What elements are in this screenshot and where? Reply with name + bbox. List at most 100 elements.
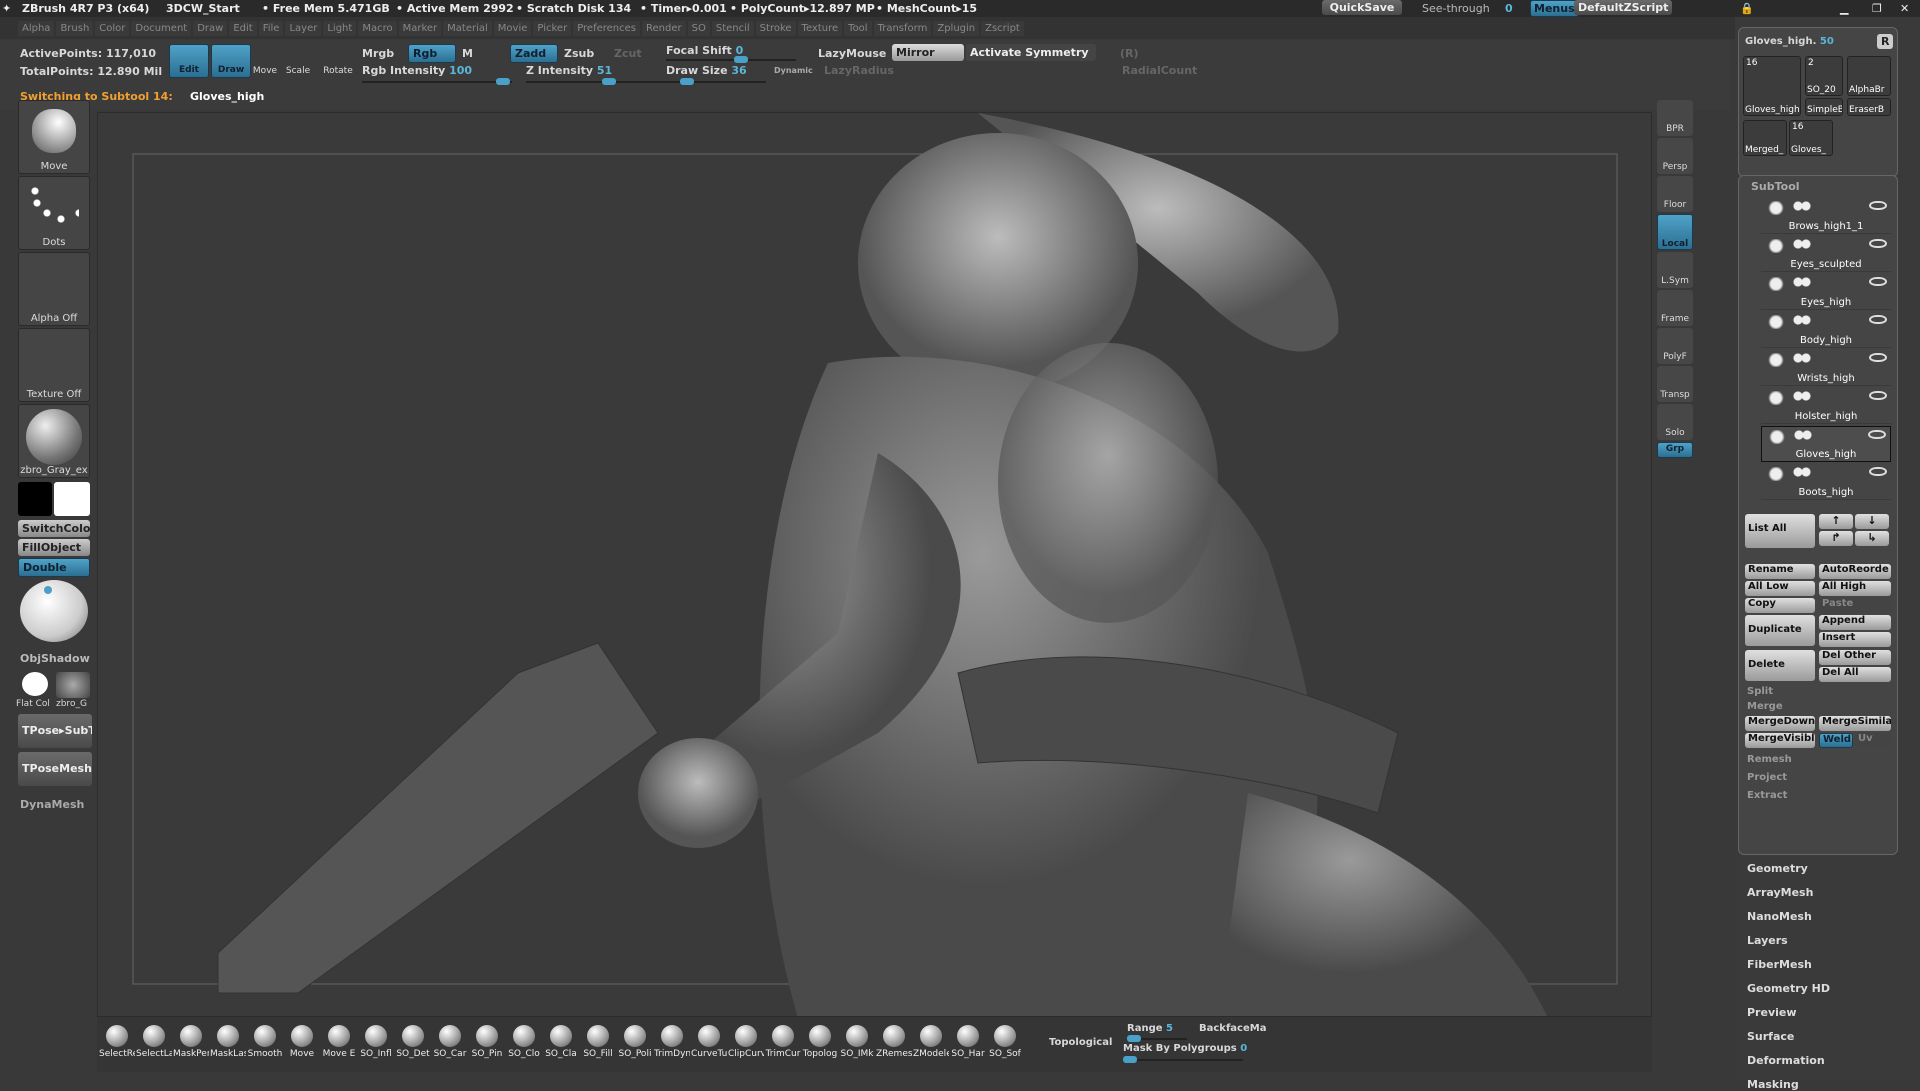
tool-menu-nanomesh[interactable]: NanoMesh <box>1747 910 1812 923</box>
visibility-eye-icon[interactable] <box>1868 430 1886 439</box>
brush-maskpen[interactable]: MaskPen <box>173 1025 209 1059</box>
lock-icon[interactable]: 🔒 <box>1740 2 1754 15</box>
visibility-eye-icon[interactable] <box>1869 391 1887 400</box>
zbro-material-icon[interactable] <box>56 672 90 698</box>
polypaint-toggle-icon[interactable] <box>1793 277 1813 287</box>
subtool-item[interactable]: Brows_high1_1 <box>1761 198 1891 234</box>
all-low-button[interactable]: All Low <box>1745 581 1815 596</box>
del-all-button[interactable]: Del All <box>1819 667 1891 682</box>
zcut-button[interactable]: Zcut <box>614 47 642 60</box>
frame-button[interactable]: Frame <box>1657 290 1693 326</box>
quicksave-button[interactable]: QuickSave <box>1322 0 1402 15</box>
subtool-item[interactable]: Boots_high <box>1761 464 1891 500</box>
grp-button[interactable]: Grp <box>1657 442 1693 458</box>
lightbox-tool-thumb[interactable]: 16 Gloves_high <box>1743 56 1801 116</box>
visibility-eye-icon[interactable] <box>1869 353 1887 362</box>
rgb-button[interactable]: Rgb <box>408 44 456 63</box>
brush-topolog[interactable]: Topolog <box>802 1025 838 1059</box>
menu-transform[interactable]: Transform <box>873 20 932 36</box>
material-selector[interactable]: zbro_Gray_ex <box>18 404 90 478</box>
lightbox-tool-thumb[interactable]: 16 Gloves_ <box>1789 120 1833 156</box>
polypaint-toggle-icon[interactable] <box>1793 315 1813 325</box>
dynamesh-button[interactable]: DynaMesh <box>20 798 84 811</box>
brush-zmodele[interactable]: ZModele <box>913 1025 949 1059</box>
edit-button[interactable]: Edit <box>169 44 209 78</box>
visibility-eye-icon[interactable] <box>1869 239 1887 248</box>
menu-texture[interactable]: Texture <box>797 20 843 36</box>
mergevisible-button[interactable]: MergeVisible <box>1745 733 1815 748</box>
rename-button[interactable]: Rename <box>1745 564 1815 579</box>
merge-section[interactable]: Merge <box>1747 701 1783 712</box>
texture-selector[interactable]: Texture Off <box>18 328 90 402</box>
split-section[interactable]: Split <box>1747 686 1773 697</box>
zsub-button[interactable]: Zsub <box>564 47 594 60</box>
brush-selectre[interactable]: SelectRe <box>99 1025 135 1059</box>
rotate-button[interactable]: Rotate <box>318 44 358 78</box>
range-slider[interactable] <box>1127 1035 1187 1042</box>
tpose-subtool-button[interactable]: TPose▸SubT <box>18 714 92 748</box>
mergesimilar-button[interactable]: MergeSimilar <box>1819 716 1891 731</box>
uv-button[interactable]: Uv <box>1855 733 1891 748</box>
menu-preferences[interactable]: Preferences <box>573 20 641 36</box>
mask-polygroups-slider[interactable] <box>1123 1056 1243 1063</box>
bpr-button[interactable]: BPR <box>1657 100 1693 136</box>
polypaint-toggle-icon[interactable] <box>1794 430 1814 440</box>
subtool-item[interactable]: Eyes_sculpted <box>1761 236 1891 272</box>
weld-button[interactable]: Weld <box>1819 733 1853 748</box>
brush-clipcurv[interactable]: ClipCurv <box>728 1025 764 1059</box>
lightbox-tool-thumb[interactable]: AlphaBr <box>1847 56 1891 96</box>
menu-picker[interactable]: Picker <box>533 20 572 36</box>
minimize-icon[interactable]: ▁ <box>1840 2 1848 15</box>
autoreorder-button[interactable]: AutoReorde <box>1819 564 1891 579</box>
brush-so-clo[interactable]: SO_Clo <box>506 1025 542 1059</box>
del-other-button[interactable]: Del Other <box>1819 650 1891 665</box>
polypaint-toggle-icon[interactable] <box>1793 391 1813 401</box>
close-icon[interactable]: ✕ <box>1900 2 1909 15</box>
solo-button[interactable]: Solo <box>1657 404 1693 440</box>
subtool-item[interactable]: Body_high <box>1761 312 1891 348</box>
main-color-swatch[interactable] <box>54 482 90 516</box>
secondary-color-swatch[interactable] <box>18 482 52 516</box>
polypaint-toggle-icon[interactable] <box>1793 467 1813 477</box>
mirror-button[interactable]: Mirror <box>892 44 964 61</box>
brush-move[interactable]: Move <box>284 1025 320 1059</box>
copy-button[interactable]: Copy <box>1745 598 1815 613</box>
brush-so-infl[interactable]: SO_Infl <box>358 1025 394 1059</box>
menu-marker[interactable]: Marker <box>398 20 442 36</box>
subtool-title[interactable]: SubTool <box>1751 180 1800 193</box>
brush-curvetu[interactable]: CurveTu <box>691 1025 727 1059</box>
tposemesh-button[interactable]: TPoseMesh <box>18 752 92 786</box>
brush-trimcur[interactable]: TrimCur <box>765 1025 801 1059</box>
persp-button[interactable]: Persp <box>1657 138 1693 174</box>
menu-stencil[interactable]: Stencil <box>711 20 754 36</box>
subtool-item[interactable]: Gloves_high <box>1761 426 1891 462</box>
rgb-intensity-slider[interactable] <box>362 78 512 85</box>
arrow-up-icon[interactable]: ↑ <box>1819 514 1853 529</box>
menu-stroke[interactable]: Stroke <box>755 20 796 36</box>
polypaint-toggle-icon[interactable] <box>1793 353 1813 363</box>
extract-section[interactable]: Extract <box>1747 790 1787 801</box>
lightbox-tool-thumb[interactable]: EraserB <box>1847 98 1891 116</box>
stroke-selector[interactable]: Dots <box>18 176 90 250</box>
arrow-move-down-icon[interactable]: ↳ <box>1855 531 1889 546</box>
brush-so-sof[interactable]: SO_Sof <box>987 1025 1023 1059</box>
floor-button[interactable]: Floor <box>1657 176 1693 212</box>
lightbox-tool-thumb[interactable]: Merged_ <box>1743 120 1787 156</box>
visibility-eye-icon[interactable] <box>1869 315 1887 324</box>
scale-button[interactable]: Scale <box>278 44 318 78</box>
dynamic-toggle[interactable]: Dynamic <box>774 66 813 75</box>
draw-size-slider[interactable] <box>666 78 766 85</box>
visibility-eye-icon[interactable] <box>1869 201 1887 210</box>
brush-zremesl[interactable]: ZRemesl <box>876 1025 912 1059</box>
document-canvas[interactable] <box>97 112 1652 1017</box>
double-button[interactable]: Double <box>18 558 90 577</box>
lightsource-sphere[interactable] <box>20 580 88 642</box>
tool-menu-layers[interactable]: Layers <box>1747 934 1788 947</box>
menu-material[interactable]: Material <box>443 20 492 36</box>
polyf-button[interactable]: PolyF <box>1657 328 1693 364</box>
menu-macro[interactable]: Macro <box>358 20 397 36</box>
menus-button[interactable]: Menus <box>1530 0 1579 17</box>
brush-so-cla[interactable]: SO_Cla <box>543 1025 579 1059</box>
brush-so-car[interactable]: SO_Car <box>432 1025 468 1059</box>
brush-so-det[interactable]: SO_Det <box>395 1025 431 1059</box>
